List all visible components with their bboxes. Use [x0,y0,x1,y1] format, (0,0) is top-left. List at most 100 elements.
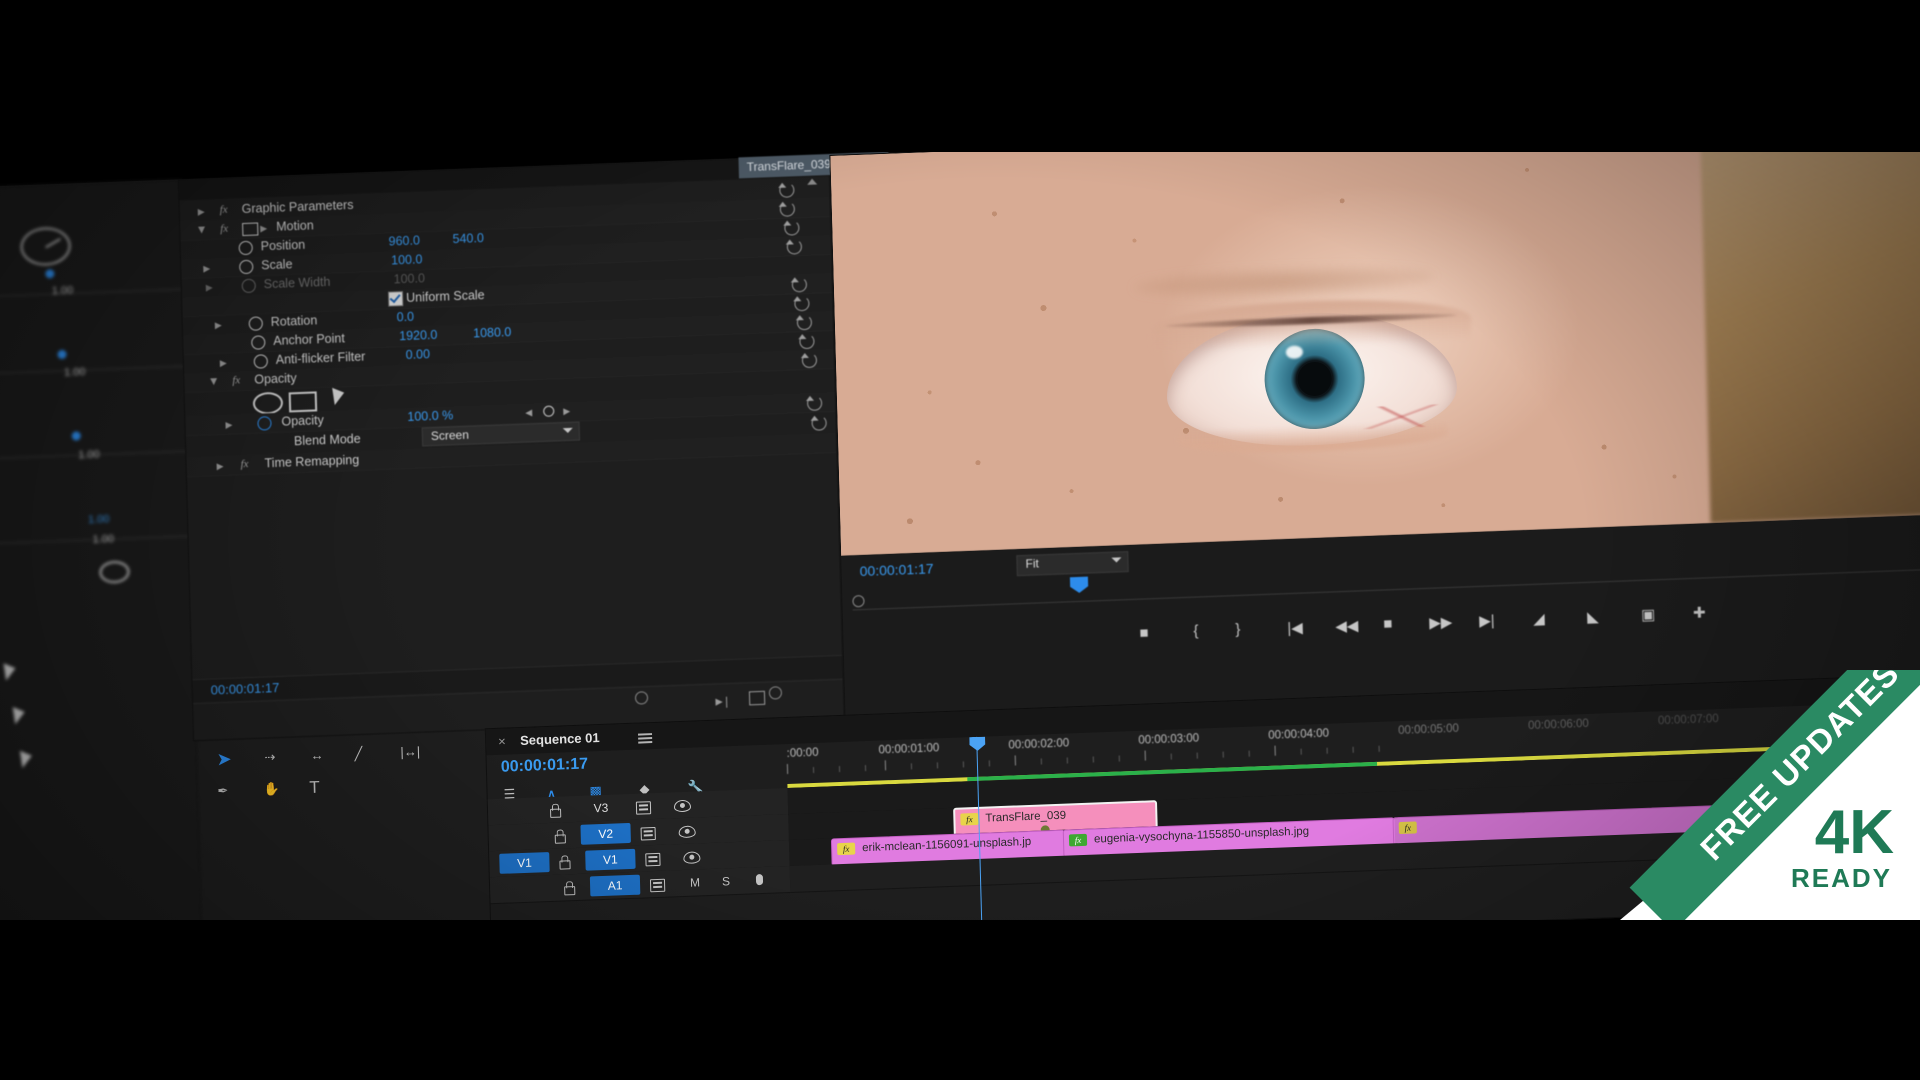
pen-mask-icon[interactable] [326,387,345,407]
export-frame-icon[interactable]: ■ [1139,624,1149,641]
rotation-dial-icon[interactable] [20,226,72,267]
param-value-x[interactable]: 1920.0 [399,328,438,343]
param-value[interactable]: 100.0 % [407,408,453,424]
reset-icon[interactable] [811,415,827,431]
twirl-icon[interactable]: ▶ [220,358,227,369]
stopwatch-icon[interactable] [253,354,268,369]
twirl-icon[interactable]: ▶ [203,263,210,274]
param-value-y[interactable]: 540.0 [452,231,484,246]
param-value[interactable]: 0.00 [405,347,430,362]
mark-in-icon[interactable]: { [1193,622,1198,639]
sequence-name[interactable]: Sequence 01 [520,730,600,748]
stopwatch-icon[interactable] [239,259,254,275]
sync-lock-icon[interactable] [640,826,656,841]
track-visibility-icon[interactable] [678,825,696,839]
zoom-level-dropdown[interactable]: Fit [1016,551,1129,577]
program-monitor-ruler[interactable] [852,550,1920,611]
zoom-handle-left[interactable] [634,691,649,705]
sync-lock-icon[interactable] [645,852,661,867]
razor-tool-icon[interactable]: ╱ [354,746,362,762]
sync-lock-icon[interactable] [649,878,666,893]
hand-tool-icon[interactable]: ✋ [263,781,280,798]
pen-tool-icon[interactable] [6,707,25,726]
program-monitor-panel[interactable]: 00:00:01:17 Fit ■ { } |◀ ◀◀ ■ ▶▶ ▶| ◢ ◣ … [829,111,1920,717]
rectangle-mask-icon[interactable] [288,391,318,413]
ellipse-mask-icon[interactable] [99,560,130,584]
play-stop-icon[interactable]: ■ [1383,615,1393,632]
lock-icon[interactable] [554,834,566,844]
close-icon[interactable]: × [498,734,506,749]
stopwatch-icon[interactable] [251,335,266,350]
slip-tool-icon[interactable]: |↔| [400,744,420,760]
panel-menu-icon[interactable] [637,733,653,736]
pen-tool-icon[interactable] [0,663,16,683]
go-to-in-icon[interactable]: |◀ [1287,619,1303,638]
twirl-icon[interactable]: ▶ [215,320,222,331]
add-keyframe-icon[interactable] [543,405,555,417]
twirl-icon[interactable]: ▶ [196,226,207,233]
track-visibility-icon[interactable] [673,799,692,813]
type-tool-icon[interactable]: T [309,778,320,798]
pen-tool-icon[interactable]: ✒ [217,783,228,799]
previous-keyframe-icon[interactable]: ◀ [525,407,532,418]
uniform-scale-checkbox[interactable] [387,291,404,307]
voice-over-record-icon[interactable] [755,874,764,886]
program-monitor-video[interactable] [830,112,1920,556]
reset-icon[interactable] [796,314,813,331]
twirl-icon[interactable]: ▶ [198,206,205,217]
play-in-to-out-icon[interactable]: ►| [713,694,728,709]
reset-icon[interactable] [801,352,818,369]
program-monitor-timecode[interactable]: 00:00:01:17 [859,560,933,579]
keyframe-dot[interactable] [71,431,81,441]
reset-icon[interactable] [799,333,815,350]
twirl-icon[interactable]: ▶ [208,378,219,385]
source-patch-v1[interactable]: V1 [499,852,550,874]
effect-controls-timecode[interactable]: 00:00:01:17 [210,680,279,698]
timeline-timecode[interactable]: 00:00:01:17 [501,755,589,776]
lift-icon[interactable]: ◢ [1533,609,1545,627]
button-editor-icon[interactable]: ✚ [1693,603,1706,621]
zoom-handle-right[interactable] [768,686,783,700]
export-icon[interactable]: ▣ [1641,605,1656,624]
stopwatch-icon-active[interactable] [257,416,272,431]
step-back-icon[interactable]: ◀◀ [1335,616,1359,635]
stopwatch-icon[interactable] [238,240,253,256]
loop-icon[interactable] [748,690,766,706]
reset-icon[interactable] [794,295,810,312]
param-value-x[interactable]: 960.0 [388,233,420,248]
stopwatch-icon[interactable] [248,316,263,331]
twirl-icon[interactable]: ▶ [225,420,232,431]
sync-lock-icon[interactable] [635,801,652,815]
ellipse-mask-icon[interactable] [252,391,284,415]
param-value-y[interactable]: 1080.0 [473,325,512,340]
effect-controls-panel[interactable]: ▶ fx Graphic Parameters ▶ fx ▶ Motion Po… [177,151,889,742]
keyframe-dot[interactable] [45,269,55,279]
track-name-v3[interactable]: V3 [576,797,627,819]
param-value[interactable]: 0.0 [396,310,414,325]
next-keyframe-icon[interactable]: ▶ [563,406,570,417]
reset-icon[interactable] [779,182,795,198]
left-effects-panel[interactable]: 1.00 1.00 1.00 1.00 1.00 1.00 [0,179,204,981]
selection-tool-icon[interactable]: ➤ [216,749,232,771]
track-visibility-icon[interactable] [683,851,701,864]
extract-icon[interactable]: ◣ [1587,607,1599,625]
step-forward-icon[interactable]: ▶▶ [1429,613,1453,632]
mark-out-icon[interactable]: } [1235,621,1240,638]
reset-icon[interactable] [806,395,823,412]
keyframe-dot[interactable] [57,349,67,360]
twirl-icon[interactable]: ▶ [216,461,223,472]
reset-icon[interactable] [784,220,800,236]
reset-icon[interactable] [786,239,803,255]
reset-icon[interactable] [779,201,796,217]
param-value[interactable]: 100.0 [391,252,423,267]
track-name-v1[interactable]: V1 [585,848,636,871]
reset-icon[interactable] [791,276,808,293]
lock-icon[interactable] [559,860,571,870]
pen-tool-icon[interactable] [14,750,32,770]
go-to-out-icon[interactable]: ▶| [1479,611,1495,630]
track-select-forward-icon[interactable]: ⇢ [264,749,275,765]
mute-track-button[interactable]: M [690,875,700,889]
track-name-a1[interactable]: A1 [589,874,641,897]
track-name-v2[interactable]: V2 [580,822,631,845]
solo-track-button[interactable]: S [722,874,730,888]
